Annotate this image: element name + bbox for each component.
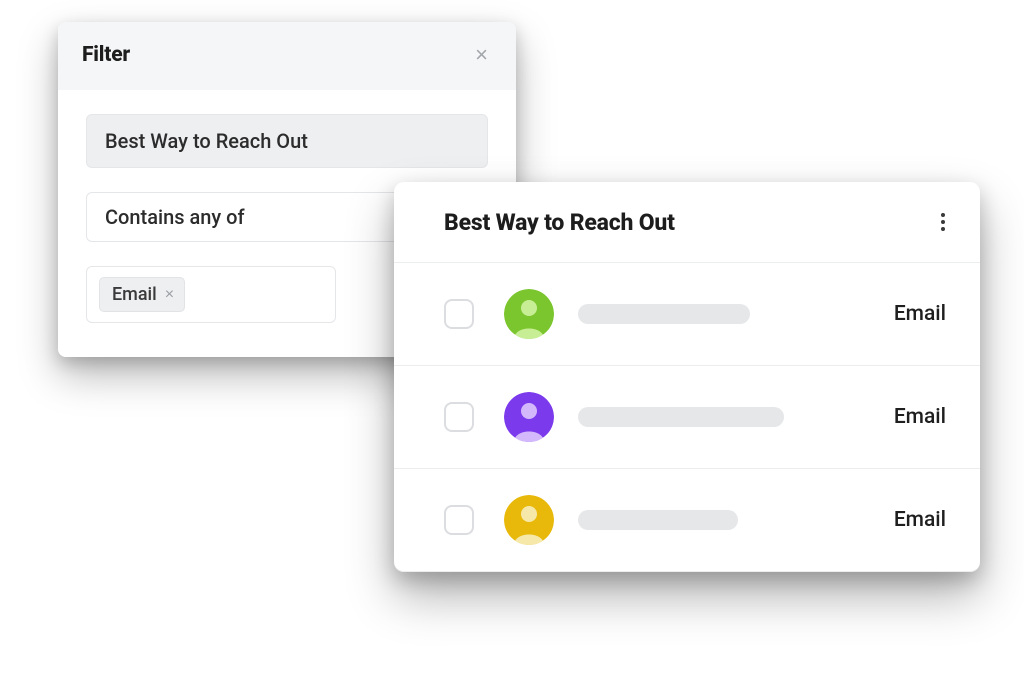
filter-header: Filter × <box>58 22 516 90</box>
row-checkbox[interactable] <box>444 505 474 535</box>
remove-tag-button[interactable]: × <box>165 287 174 303</box>
row-value: Email <box>894 302 946 326</box>
filter-title: Filter <box>82 43 130 67</box>
kebab-icon <box>940 212 946 232</box>
table-row: Email <box>394 365 980 468</box>
row-value: Email <box>894 405 946 429</box>
close-icon: × <box>475 42 488 67</box>
name-placeholder <box>578 407 784 427</box>
results-panel: Best Way to Reach Out Email Email Email <box>394 182 980 572</box>
close-icon: × <box>165 286 174 303</box>
row-checkbox[interactable] <box>444 299 474 329</box>
row-checkbox[interactable] <box>444 402 474 432</box>
filter-value-tag-label: Email <box>112 284 157 305</box>
avatar <box>504 289 554 339</box>
table-row: Email <box>394 468 980 572</box>
results-list: Email Email Email <box>394 262 980 572</box>
table-row: Email <box>394 262 980 365</box>
filter-field-select[interactable]: Best Way to Reach Out <box>86 114 488 168</box>
more-actions-button[interactable] <box>934 206 952 238</box>
filter-value-tag: Email × <box>99 277 185 312</box>
name-placeholder <box>578 510 738 530</box>
filter-operator-label: Contains any of <box>105 205 245 229</box>
close-button[interactable]: × <box>471 42 492 68</box>
row-value: Email <box>894 508 946 532</box>
results-header: Best Way to Reach Out <box>394 182 980 262</box>
filter-value-input[interactable]: Email × <box>86 266 336 323</box>
results-title: Best Way to Reach Out <box>444 209 675 236</box>
filter-field-label: Best Way to Reach Out <box>105 129 308 153</box>
avatar <box>504 495 554 545</box>
name-placeholder <box>578 304 750 324</box>
avatar <box>504 392 554 442</box>
